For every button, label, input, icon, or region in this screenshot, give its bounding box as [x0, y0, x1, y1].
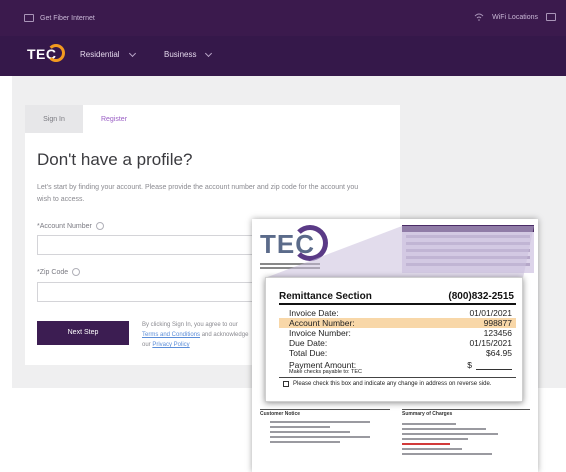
- remittance-zoom: Remittance Section (800)832-2515 Invoice…: [265, 277, 523, 402]
- due-date-row: Due Date: 01/15/2021: [279, 338, 516, 348]
- row-label: Invoice Date:: [289, 308, 339, 318]
- fiber-link-label: Get Fiber Internet: [40, 14, 95, 22]
- auth-tabs: Sign In Register: [25, 105, 145, 133]
- tab-register[interactable]: Register: [83, 105, 145, 133]
- address-change-note: Please check this box and indicate any c…: [293, 381, 492, 387]
- row-value: 01/15/2021: [469, 338, 512, 348]
- remittance-title: Remittance Section: [279, 291, 372, 302]
- account-number-label-text: *Account Number: [37, 222, 92, 230]
- checkbox-icon: [283, 381, 289, 387]
- row-value: 01/01/2021: [469, 308, 512, 318]
- address-change-check: Please check this box and indicate any c…: [283, 381, 491, 387]
- remittance-phone: (800)832-2515: [448, 291, 514, 302]
- info-icon[interactable]: [72, 268, 81, 276]
- row-value: 123456: [483, 328, 512, 338]
- row-label: Invoice Number:: [289, 328, 351, 338]
- chevron-down-icon: [205, 49, 213, 57]
- terms-text: By clicking Sign In, you agree to our Te…: [142, 320, 252, 350]
- row-label: Due Date:: [289, 338, 328, 348]
- wifi-icon: [474, 13, 484, 21]
- info-box-icon: [24, 14, 34, 22]
- zip-code-label: *Zip Code: [37, 268, 81, 276]
- payable-note: Make checks payable to: TEC: [289, 369, 362, 375]
- total-due-row: Total Due: $64.95: [279, 348, 516, 358]
- invoice-number-row: Invoice Number: 123456: [279, 328, 516, 338]
- row-value: 998877: [483, 318, 512, 328]
- currency-symbol: $: [467, 360, 472, 370]
- form-description: Let's start by finding your account. Ple…: [37, 184, 359, 203]
- nav-item-business[interactable]: Business: [164, 49, 213, 59]
- invoice-date-row: Invoice Date: 01/01/2021: [279, 308, 516, 318]
- next-step-button[interactable]: Next Step: [37, 321, 129, 345]
- chevron-down-icon: [128, 49, 136, 57]
- payment-blank-line: [476, 362, 512, 370]
- zip-code-label-text: *Zip Code: [37, 268, 69, 276]
- tab-signin[interactable]: Sign In: [25, 105, 83, 133]
- terms-link[interactable]: Terms and Conditions: [142, 332, 200, 338]
- account-number-row: Account Number: 998877: [279, 318, 516, 328]
- logo-ring-icon: [47, 44, 65, 62]
- nav-item-business-label: Business: [164, 50, 197, 59]
- page-title: Don't have a profile?: [37, 150, 193, 169]
- info-icon[interactable]: [95, 222, 104, 230]
- customer-notice-heading: Customer Notice: [260, 411, 301, 417]
- nav-item-residential[interactable]: Residential: [80, 49, 136, 59]
- summary-text-lines: [402, 423, 522, 458]
- row-label: Account Number:: [289, 318, 355, 328]
- bill-remittance-thumbnail: [402, 225, 534, 273]
- row-value: $64.95: [486, 348, 512, 358]
- menu-box-icon[interactable]: [546, 13, 556, 21]
- summary-of-charges-heading: Summary of Charges: [402, 411, 453, 417]
- row-label: Total Due:: [289, 348, 328, 358]
- fiber-link[interactable]: Get Fiber Internet: [24, 14, 95, 22]
- payment-amount-field: $: [467, 360, 512, 370]
- wifi-locations-link[interactable]: WiFi Locations: [492, 14, 538, 21]
- bill-address-block: [260, 263, 320, 271]
- page: Get Fiber Internet WiFi Locations TEC Re…: [0, 0, 566, 472]
- terms-prefix: By clicking Sign In, you agree to our: [142, 322, 238, 328]
- account-number-label: *Account Number: [37, 222, 104, 230]
- bill-logo-ring-icon: [292, 225, 328, 261]
- nav-item-residential-label: Residential: [80, 50, 120, 59]
- privacy-link[interactable]: Privacy Policy: [152, 342, 189, 348]
- utility-bar: Get Fiber Internet WiFi Locations: [0, 0, 566, 36]
- notice-text-lines: [270, 421, 370, 446]
- remittance-header: Remittance Section (800)832-2515: [279, 291, 516, 305]
- main-nav: TEC Residential Business: [0, 36, 566, 76]
